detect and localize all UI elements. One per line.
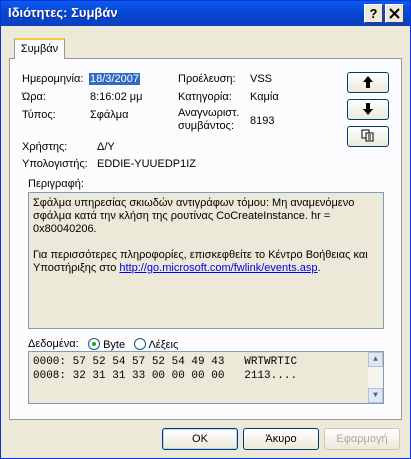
radio-bytes-label: Byte <box>103 339 126 351</box>
time-value: 8:16:02 μμ <box>90 91 143 103</box>
description-text-2: Για περισσότερες πληροφορίες, επισκεφθεί… <box>33 249 379 275</box>
data-line-1: 0000: 57 52 54 57 52 54 49 43 WRTWRTIC <box>33 356 298 368</box>
scroll-down-arrow-icon[interactable]: ▼ <box>368 388 383 403</box>
radio-bytes-indicator[interactable] <box>88 338 100 350</box>
radio-bytes[interactable]: Byte <box>88 338 125 351</box>
data-box[interactable]: 0000: 57 52 54 57 52 54 49 43 WRTWRTIC 00… <box>28 351 384 404</box>
source-label: Προέλευση: <box>178 73 236 85</box>
user-value: Δ/Υ <box>97 141 115 153</box>
next-event-button[interactable] <box>347 99 389 120</box>
close-button[interactable] <box>385 4 404 23</box>
data-line-2: 0008: 32 31 31 33 00 00 00 00 2113.... <box>33 370 298 382</box>
title-bar[interactable]: Ιδιότητες: Συμβάν ? <box>1 1 410 26</box>
computer-label: Υπολογιστής: <box>22 158 88 170</box>
window-title: Ιδιότητες: Συμβάν <box>8 5 118 20</box>
apply-button[interactable]: Εφαρμογή <box>324 428 400 450</box>
data-label: Δεδομένα: <box>28 338 79 350</box>
time-label: Ώρα: <box>22 91 46 103</box>
computer-value: EDDIE-YUUEDP1IZ <box>97 158 197 170</box>
user-label: Χρήστης: <box>22 141 68 153</box>
arrow-down-icon <box>363 103 373 115</box>
type-value: Σφάλμα <box>90 109 129 121</box>
arrow-up-icon <box>363 76 373 88</box>
copy-button[interactable] <box>347 126 389 147</box>
help-button[interactable]: ? <box>364 4 383 23</box>
close-icon <box>389 8 400 19</box>
previous-event-button[interactable] <box>347 72 389 93</box>
description-box[interactable]: Σφάλμα υπηρεσίας σκιωδών αντιγράφων τόμο… <box>28 192 384 329</box>
description-text-2-suffix: . <box>317 262 321 274</box>
properties-dialog: Ιδιότητες: Συμβάν ? Συμβάν Ημερομηνία: 1… <box>0 0 411 459</box>
radio-words[interactable]: Λέξεις <box>134 338 178 351</box>
event-id-value: 8193 <box>250 115 275 127</box>
event-id-label-2: συμβάντος: <box>178 120 234 132</box>
radio-words-indicator[interactable] <box>134 338 146 350</box>
date-label: Ημερομηνία: <box>22 73 84 85</box>
cancel-button[interactable]: Άκυρο <box>243 428 319 450</box>
ok-button[interactable]: OK <box>162 428 238 450</box>
type-label: Τύπος: <box>22 109 56 121</box>
description-text-1: Σφάλμα υπηρεσίας σκιωδών αντιγράφων τόμο… <box>33 197 355 235</box>
help-link[interactable]: http://go.microsoft.com/fwlink/events.as… <box>119 262 317 274</box>
radio-words-label: Λέξεις <box>148 339 179 351</box>
description-label: Περιγραφή: <box>28 178 84 190</box>
date-value: 18/3/2007 <box>89 73 140 85</box>
scroll-up-arrow-icon[interactable]: ▲ <box>368 352 383 367</box>
tab-event[interactable]: Συμβάν <box>14 38 65 59</box>
category-label: Κατηγορία: <box>178 91 232 103</box>
category-value: Καμία <box>250 91 279 103</box>
copy-icon <box>361 129 374 142</box>
event-id-label-1: Αναγνωριστ. <box>178 107 240 119</box>
data-scrollbar[interactable]: ▲ ▼ <box>368 352 383 403</box>
source-value: VSS <box>250 73 273 85</box>
